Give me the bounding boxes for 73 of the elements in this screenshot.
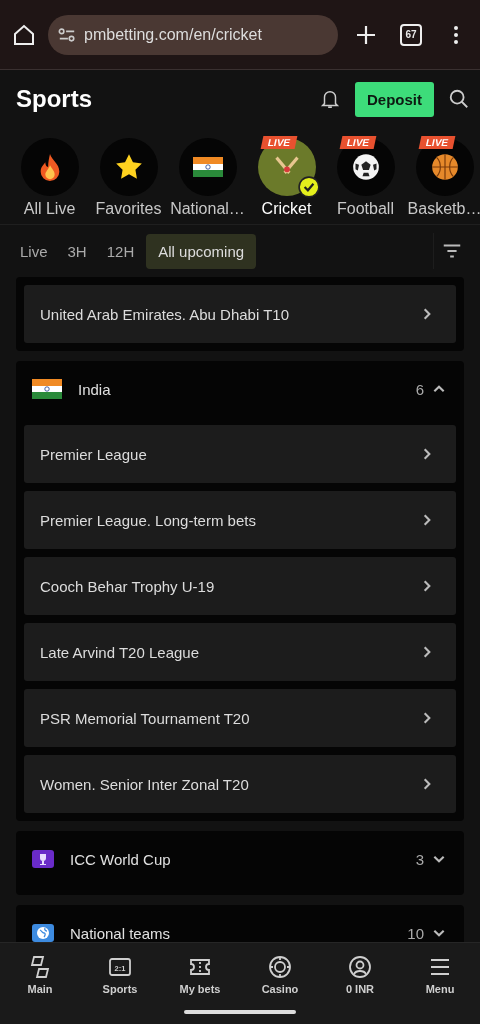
group-name: India — [78, 380, 112, 398]
league-name: United Arab Emirates. Abu Dhabi T10 — [40, 305, 291, 323]
category-label: Favorites — [95, 200, 162, 218]
nav-label: My bets — [179, 983, 221, 995]
nav-item[interactable]: My bets — [160, 955, 240, 1024]
india-flag-icon — [192, 157, 223, 177]
group-header[interactable]: India 6 — [24, 361, 456, 417]
league-name: Cooch Behar Trophy U-19 — [40, 577, 216, 595]
live-badge: LIVE — [418, 136, 456, 149]
league-name: Late Arvind T20 League — [40, 643, 201, 661]
football-icon — [351, 153, 380, 181]
squares-icon — [28, 955, 52, 979]
live-badge: LIVE — [339, 136, 377, 149]
search-icon[interactable] — [448, 88, 470, 110]
category-label: Football — [337, 200, 394, 218]
page-title: Sports — [16, 85, 93, 113]
tab-count[interactable]: 67 — [400, 23, 422, 46]
sport-category[interactable]: LIVE Cricket — [249, 138, 324, 218]
group-header[interactable]: National teams 10 — [24, 905, 456, 942]
league-name: Women. Senior Inter Zonal T20 — [40, 775, 250, 793]
nav-label: Casino — [261, 983, 299, 995]
address-bar[interactable]: pmbetting.com/en/cricket — [48, 14, 338, 55]
group-count: 3 — [415, 850, 424, 868]
category-label: Basketb… — [407, 200, 480, 218]
league-name: PSR Memorial Tournament T20 — [40, 709, 251, 727]
site-settings-icon[interactable] — [58, 26, 76, 43]
league-name: Premier League — [40, 445, 148, 463]
time-filter-tab[interactable]: Live — [12, 233, 56, 269]
group-count: 6 — [415, 380, 424, 398]
sport-category[interactable]: Favorites — [91, 138, 166, 218]
category-label: Cricket — [261, 200, 312, 218]
india-flag-icon — [32, 379, 62, 399]
league-row[interactable]: United Arab Emirates. Abu Dhabi T10 — [24, 285, 456, 343]
home-icon[interactable] — [12, 22, 36, 47]
time-filter-tab[interactable]: All upcoming — [146, 233, 257, 269]
group-count: 10 — [407, 924, 424, 942]
trophy-icon — [32, 850, 54, 868]
league-row[interactable]: Premier League. Long-term bets — [24, 491, 456, 549]
group-header[interactable]: ICC World Cup 3 — [24, 831, 456, 887]
league-row[interactable]: Premier League — [24, 425, 456, 483]
sport-category[interactable]: All Live — [12, 138, 87, 218]
check-icon — [297, 176, 320, 198]
basketball-icon — [430, 153, 459, 181]
casino-chip-icon — [268, 955, 292, 979]
bell-icon[interactable] — [319, 88, 341, 110]
globe-icon — [32, 924, 54, 942]
deposit-button[interactable]: Deposit — [355, 81, 434, 117]
nav-item[interactable]: Casino — [240, 955, 320, 1024]
category-label: All Live — [23, 200, 76, 218]
live-badge: LIVE — [260, 136, 298, 149]
time-filter-tab[interactable]: 12H — [98, 233, 143, 269]
url-text: pmbetting.com/en/cricket — [84, 25, 262, 44]
sport-category[interactable]: LIVE Football — [328, 138, 403, 218]
league-name: Premier League. Long-term bets — [40, 511, 257, 529]
nav-label: Sports — [102, 983, 138, 995]
nav-item[interactable]: 0 INR — [320, 955, 400, 1024]
nav-label: Main — [27, 983, 53, 995]
league-row[interactable]: PSR Memorial Tournament T20 — [24, 689, 456, 747]
star-icon — [114, 153, 143, 181]
time-filter-tab[interactable]: 3H — [59, 233, 95, 269]
league-row[interactable]: Cooch Behar Trophy U-19 — [24, 557, 456, 615]
nav-label: 0 INR — [345, 983, 375, 995]
nav-label: Menu — [425, 983, 455, 995]
category-label: National… — [170, 200, 245, 218]
league-row[interactable]: Late Arvind T20 League — [24, 623, 456, 681]
sport-category[interactable]: National… — [170, 138, 245, 218]
nav-item[interactable]: Main — [0, 955, 80, 1024]
sport-category[interactable]: LIVE Basketb… — [407, 138, 480, 218]
nav-item[interactable]: Menu — [400, 955, 480, 1024]
group-name: ICC World Cup — [70, 850, 172, 868]
group-name: National teams — [70, 924, 172, 942]
user-icon — [348, 955, 372, 979]
league-row[interactable]: Women. Senior Inter Zonal T20 — [24, 755, 456, 813]
